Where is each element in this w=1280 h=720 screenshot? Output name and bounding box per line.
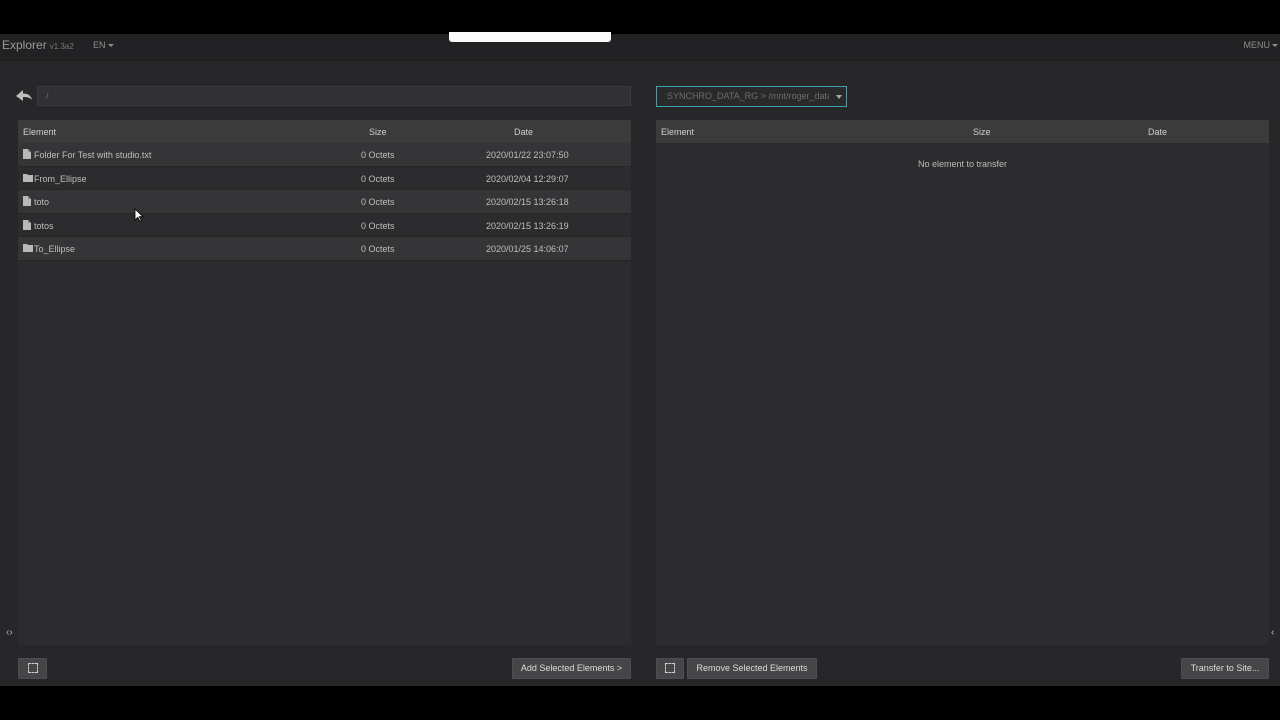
language-label: EN — [93, 40, 106, 50]
app-version: v1.3a2 — [49, 42, 74, 51]
site-select-value: SYNCHRO_DATA_RG > /mnt/roger_data — [667, 91, 829, 101]
row-date: 2020/01/22 23:07:50 — [486, 150, 569, 160]
table-header: Element Size Date — [656, 120, 1269, 143]
row-date: 2020/02/15 13:26:18 — [486, 197, 569, 207]
row-size: 0 Octets — [361, 150, 395, 160]
table-row[interactable]: From_Ellipse 0 Octets 2020/02/04 12:29:07 — [18, 166, 631, 190]
source-rows: Folder For Test with studio.txt 0 Octets 2… — [18, 143, 631, 261]
file-icon — [23, 196, 31, 208]
chevron-down-icon — [1272, 44, 1278, 48]
explorer-app: Explorerv1.3a2 EN MENU SYNCHRO_DATA_RG >… — [0, 32, 1280, 686]
table-row[interactable]: Folder For Test with studio.txt 0 Octets 2… — [18, 143, 631, 167]
chevron-down-icon — [836, 95, 842, 99]
row-size: 0 Octets — [361, 173, 395, 184]
app-title: Explorer — [2, 38, 47, 52]
path-input[interactable] — [37, 86, 631, 106]
column-header-size[interactable]: Size — [973, 127, 991, 137]
transfer-to-site-button[interactable]: Transfer to Site... — [1181, 658, 1269, 679]
remove-selected-button[interactable]: Remove Selected Elements — [687, 658, 817, 679]
collapse-right-icon[interactable]: ‹ — [1271, 627, 1274, 638]
dashed-square-icon — [665, 662, 675, 673]
collapse-left-icon[interactable]: ‹› — [6, 627, 13, 638]
table-header: Element Size Date — [18, 120, 631, 143]
select-all-transfer-button[interactable] — [656, 658, 684, 679]
row-name: From_Ellipse — [34, 173, 87, 184]
row-size: 0 Octets — [361, 244, 395, 254]
column-header-date[interactable]: Date — [514, 127, 533, 137]
app-brand: Explorer v1.3a2 — [2, 38, 74, 52]
table-row[interactable]: toto 0 Octets 2020/02/15 13:26:18 — [18, 190, 631, 214]
row-date: 2020/02/04 12:29:07 — [486, 173, 569, 184]
table-row[interactable]: totos 0 Octets 2020/02/15 13:26:19 — [18, 213, 631, 237]
row-size: 0 Octets — [361, 220, 395, 231]
select-all-source-button[interactable] — [18, 658, 47, 679]
transfer-list: Element Size Date No element to transfer — [656, 120, 1269, 645]
row-name: totos — [34, 220, 54, 231]
menu-label: MENU — [1243, 40, 1271, 50]
column-header-element[interactable]: Element — [661, 127, 694, 137]
site-select[interactable]: SYNCHRO_DATA_RG > /mnt/roger_data — [656, 86, 847, 107]
column-header-size[interactable]: Size — [369, 127, 387, 137]
source-file-list: Element Size Date Folder For Test with s… — [18, 120, 631, 645]
main-menu-button[interactable]: MENU — [1243, 40, 1278, 50]
empty-transfer-message: No element to transfer — [917, 159, 1008, 169]
row-name: toto — [34, 197, 50, 207]
mouse-cursor-icon — [134, 208, 144, 227]
dashed-square-icon — [27, 662, 38, 673]
row-date: 2020/02/15 13:26:19 — [486, 220, 569, 231]
row-size: 0 Octets — [361, 197, 395, 207]
chevron-down-icon — [107, 44, 114, 48]
column-header-element[interactable]: Element — [23, 127, 56, 137]
language-dropdown[interactable]: EN — [93, 40, 114, 50]
row-name: To_Ellipse — [34, 244, 76, 254]
back-arrow-icon[interactable] — [15, 88, 33, 104]
add-selected-button[interactable]: Add Selected Elements > — [512, 658, 631, 679]
column-header-date[interactable]: Date — [1148, 127, 1167, 137]
file-icon — [23, 149, 31, 161]
top-bar: Explorer v1.3a2 EN MENU — [0, 34, 1280, 61]
notification-popup — [449, 32, 611, 42]
folder-icon — [23, 243, 33, 254]
table-row[interactable]: To_Ellipse 0 Octets 2020/01/25 14:06:07 — [18, 237, 631, 261]
row-name: Folder For Test with studio.txt — [34, 150, 152, 160]
folder-icon — [23, 173, 33, 184]
file-icon — [23, 219, 31, 232]
row-date: 2020/01/25 14:06:07 — [486, 244, 569, 254]
